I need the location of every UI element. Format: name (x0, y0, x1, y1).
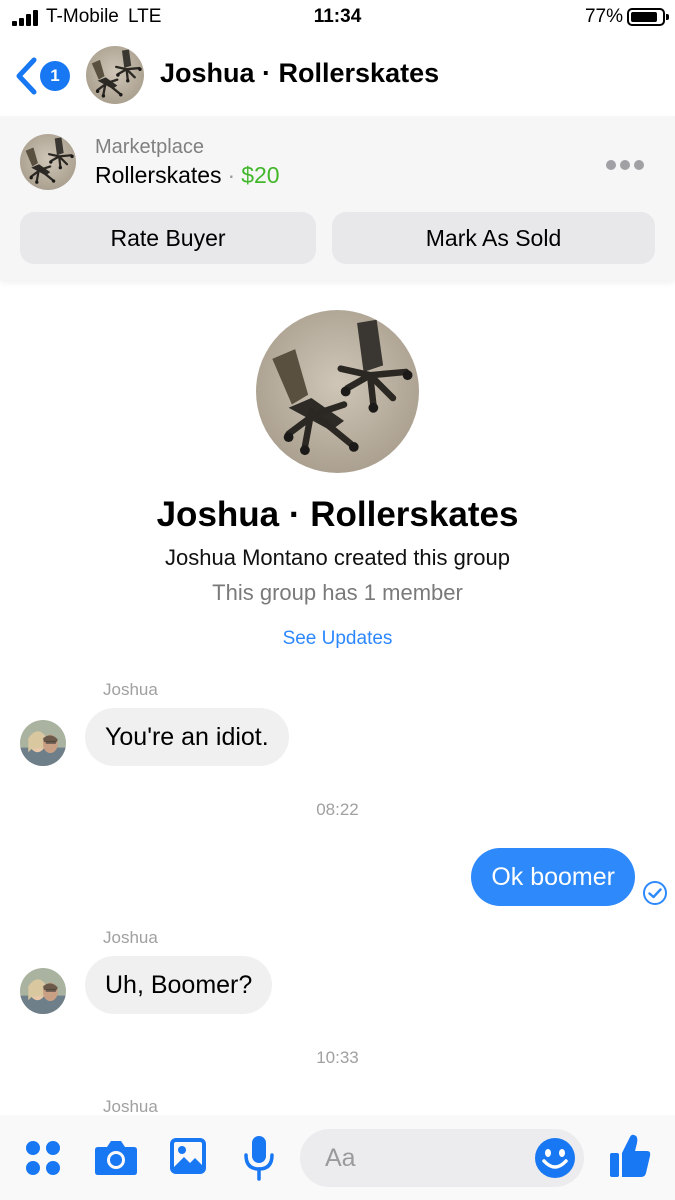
more-options-icon[interactable] (606, 156, 646, 172)
listing-thumbnail[interactable] (20, 134, 76, 190)
listing-name: Rollerskates (95, 162, 222, 188)
message-composer (0, 1115, 675, 1200)
incoming-message-bubble[interactable]: You're an idiot. (85, 708, 289, 766)
status-bar: T-Mobile LTE 11:34 77% (0, 0, 675, 36)
rate-buyer-button[interactable]: Rate Buyer (20, 212, 316, 264)
photo-icon[interactable] (169, 1137, 207, 1175)
status-time: 11:34 (313, 6, 362, 27)
microphone-icon[interactable] (243, 1135, 275, 1181)
message-sender: Joshua (103, 680, 158, 699)
thumbs-up-icon[interactable] (608, 1133, 652, 1179)
message-timestamp: 08:22 (316, 800, 359, 819)
listing-price: $20 (241, 162, 280, 188)
message-sender: Joshua (103, 1097, 158, 1116)
avatar[interactable] (20, 968, 66, 1014)
group-name: Joshua · Rollerskates (156, 495, 519, 534)
back-button[interactable]: 1 (14, 56, 74, 96)
marketplace-banner: Marketplace Rollerskates · $20 Rate Buyer … (0, 116, 675, 280)
group-member-count: This group has 1 member (212, 580, 463, 605)
chevron-left-icon (16, 57, 37, 95)
incoming-message-bubble[interactable]: Uh, Boomer? (85, 956, 273, 1014)
group-photo[interactable] (256, 310, 419, 473)
group-avatar[interactable] (86, 46, 144, 104)
conversation-header: 1 Joshua · Rollerskates (0, 36, 675, 116)
message-sender: Joshua (103, 928, 158, 947)
apps-icon[interactable] (24, 1139, 62, 1177)
camera-icon[interactable] (94, 1139, 138, 1177)
battery-percentage: 77% (584, 6, 623, 27)
see-updates-link[interactable]: See Updates (0, 628, 675, 650)
conversation-title[interactable]: Joshua · Rollerskates (160, 58, 439, 89)
mark-as-sold-button[interactable]: Mark As Sold (332, 212, 655, 264)
avatar[interactable] (20, 720, 66, 766)
unread-count-badge: 1 (40, 61, 70, 91)
emoji-icon[interactable] (534, 1137, 576, 1179)
delivered-check-icon (643, 881, 667, 905)
message-timestamp: 10:33 (316, 1048, 359, 1067)
marketplace-label: Marketplace (95, 136, 204, 158)
battery-icon (627, 8, 669, 26)
listing-separator: · (227, 162, 236, 188)
listing-title[interactable]: Rollerskates · $20 (95, 162, 280, 189)
group-created-by: Joshua Montano created this group (165, 545, 510, 570)
outgoing-message-bubble[interactable]: Ok boomer (471, 848, 635, 906)
